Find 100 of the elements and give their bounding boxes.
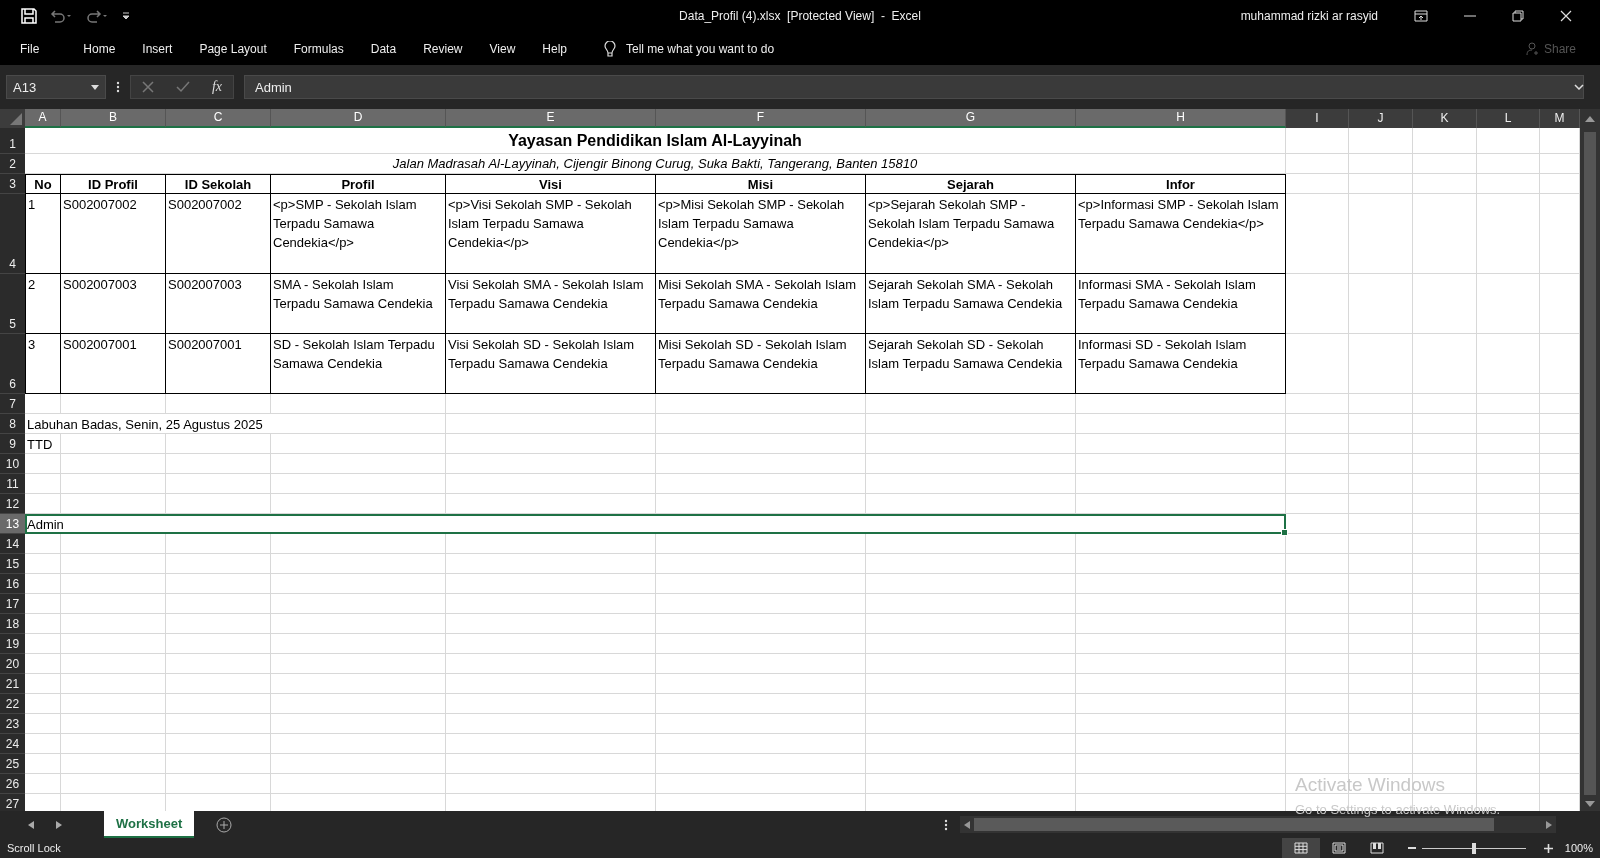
row-header[interactable]: 14 xyxy=(0,534,25,554)
table-cell: <p>Sejarah Sekolah SMP - Sekolah Islam Terpadu Samawa Cendekia</p> xyxy=(866,194,1076,274)
more-icon[interactable] xyxy=(116,81,120,93)
column-heading: Visi xyxy=(446,174,656,194)
column-header[interactable]: F xyxy=(656,109,866,128)
table-cell: SMA - Sekolah Islam Terpadu Samawa Cendekia xyxy=(271,274,446,334)
row-header[interactable]: 23 xyxy=(0,714,25,734)
column-header[interactable]: C xyxy=(166,109,271,128)
sheet-tab[interactable]: Worksheet xyxy=(104,811,195,838)
row-header[interactable]: 21 xyxy=(0,674,25,694)
more-icon[interactable] xyxy=(944,818,948,831)
column-header[interactable]: H xyxy=(1076,109,1286,128)
cancel-icon[interactable] xyxy=(141,81,154,93)
table-cell: Sejarah Sekolah SD - Sekolah Islam Terpadu Samawa Cendekia xyxy=(866,334,1076,394)
row-header[interactable]: 3 xyxy=(0,174,25,194)
redo-icon[interactable] xyxy=(85,9,109,23)
ribbon-tab[interactable]: Formulas xyxy=(283,41,354,56)
row-header[interactable]: 9 xyxy=(0,434,25,454)
table-cell: S002007003 xyxy=(166,274,271,334)
row-header[interactable]: 1 xyxy=(0,128,25,154)
tell-me-search[interactable]: Tell me what you want to do xyxy=(626,41,775,56)
row-header[interactable]: 15 xyxy=(0,554,25,574)
active-cell: Admin xyxy=(25,514,1286,534)
formula-input[interactable]: Admin xyxy=(244,75,1584,99)
row-header[interactable]: 27 xyxy=(0,794,25,811)
select-all-icon[interactable] xyxy=(10,113,22,125)
ribbon-tab[interactable]: Data xyxy=(360,41,407,56)
column-heading: Misi xyxy=(656,174,866,194)
table-cell: <p>Misi Sekolah SMP - Sekolah Islam Terpadu Samawa Cendekia</p> xyxy=(656,194,866,274)
table-cell: 1 xyxy=(25,194,61,274)
scroll-up-icon[interactable] xyxy=(1585,115,1595,122)
restore-icon[interactable] xyxy=(1512,10,1524,22)
person-add-icon xyxy=(1525,41,1540,56)
table-cell: Sejarah Sekolah SMA - Sekolah Islam Terpadu Samawa Cendekia xyxy=(866,274,1076,334)
ribbon-tab[interactable]: Help xyxy=(532,41,577,56)
ribbon-tab[interactable]: View xyxy=(479,41,526,56)
row-header[interactable]: 6 xyxy=(0,334,25,394)
check-icon[interactable] xyxy=(175,81,190,93)
table-cell: Informasi SMA - Sekolah Islam Terpadu Samawa Cendekia xyxy=(1076,274,1286,334)
customize-icon[interactable] xyxy=(121,11,131,21)
next-sheet-icon[interactable] xyxy=(56,820,62,829)
zoom-level[interactable]: 100% xyxy=(1564,842,1593,854)
table-cell: <p>Visi Sekolah SMP - Sekolah Islam Terpadu Samawa Cendekia</p> xyxy=(446,194,656,274)
ribbon-tab[interactable]: File xyxy=(0,41,50,56)
row-header[interactable]: 13 xyxy=(0,514,25,534)
scroll-left-icon[interactable] xyxy=(964,820,970,829)
row-header[interactable]: 24 xyxy=(0,734,25,754)
column-header[interactable]: D xyxy=(271,109,446,128)
column-header[interactable]: B xyxy=(61,109,166,128)
close-icon[interactable] xyxy=(1560,10,1572,22)
user-name: muhammad rizki ar rasyid xyxy=(1240,9,1378,23)
table-cell: S002007003 xyxy=(61,274,166,334)
table-cell: 2 xyxy=(25,274,61,334)
column-header[interactable]: E xyxy=(446,109,656,128)
insert-function-button[interactable]: fx xyxy=(211,79,222,95)
row-header[interactable]: 20 xyxy=(0,654,25,674)
column-header[interactable]: G xyxy=(866,109,1076,128)
horizontal-scrollbar[interactable] xyxy=(960,816,1556,833)
row-header[interactable]: 17 xyxy=(0,594,25,614)
prev-sheet-icon[interactable] xyxy=(28,820,34,829)
table-cell: 3 xyxy=(25,334,61,394)
column-heading: ID Sekolah xyxy=(166,174,271,194)
status-mode: Scroll Lock xyxy=(6,842,61,854)
table-cell: Informasi SD - Sekolah Islam Terpadu Samawa Cendekia xyxy=(1076,334,1286,394)
row-header[interactable]: 22 xyxy=(0,694,25,714)
scrollbar-thumb[interactable] xyxy=(1584,132,1596,795)
column-header[interactable]: A xyxy=(25,109,61,128)
row-header[interactable]: 12 xyxy=(0,494,25,514)
table-cell: <p>Informasi SMP - Sekolah Islam Terpadu Samawa Cendekia</p> xyxy=(1076,194,1286,274)
name-box[interactable]: A13 xyxy=(6,75,106,99)
row-header[interactable]: 26 xyxy=(0,774,25,794)
row-header[interactable]: 11 xyxy=(0,474,25,494)
row-header[interactable]: 7 xyxy=(0,394,25,414)
zoom-in-icon[interactable] xyxy=(1543,843,1553,853)
ribbon-tab[interactable]: Home xyxy=(73,41,126,56)
add-sheet-icon[interactable] xyxy=(216,816,233,833)
row-header[interactable]: 18 xyxy=(0,614,25,634)
row-header[interactable]: 2 xyxy=(0,154,25,174)
table-cell: SD - Sekolah Islam Terpadu Samawa Cendekia xyxy=(271,334,446,394)
ribbon-tab[interactable]: Insert xyxy=(132,41,183,56)
ribbon-tab[interactable]: Review xyxy=(413,41,473,56)
normal-view-button[interactable] xyxy=(1281,838,1320,858)
column-heading: Sejarah xyxy=(866,174,1076,194)
table-cell: <p>SMP - Sekolah Islam Terpadu Samawa Cendekia</p> xyxy=(271,194,446,274)
row-header[interactable]: 10 xyxy=(0,454,25,474)
row-header[interactable]: 8 xyxy=(0,414,25,434)
row-header[interactable]: 16 xyxy=(0,574,25,594)
row-header[interactable]: 19 xyxy=(0,634,25,654)
undo-icon[interactable] xyxy=(49,9,73,23)
scroll-right-icon[interactable] xyxy=(1546,820,1552,829)
column-heading: ID Profil xyxy=(61,174,166,194)
ribbon-display-icon[interactable] xyxy=(1414,10,1428,22)
column-heading: No xyxy=(25,174,61,194)
row-header[interactable]: 4 xyxy=(0,194,25,274)
ribbon-tab[interactable]: Page Layout xyxy=(189,41,277,56)
save-icon[interactable] xyxy=(21,8,37,24)
row-header[interactable]: 25 xyxy=(0,754,25,774)
expand-icon[interactable] xyxy=(1574,84,1584,90)
scroll-down-icon[interactable] xyxy=(1585,801,1595,807)
row-header[interactable]: 5 xyxy=(0,274,25,334)
